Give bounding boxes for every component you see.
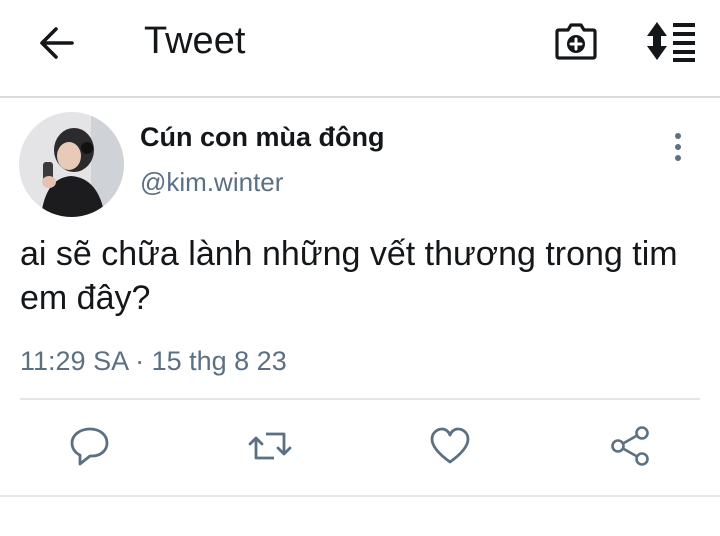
arrow-left-icon[interactable] xyxy=(36,22,78,64)
share-icon[interactable] xyxy=(608,424,652,468)
tweet-text: ai sẽ chữa lành những vết thương trong t… xyxy=(20,235,678,317)
top-app-bar: Tweet xyxy=(0,0,720,98)
display-name[interactable]: Cún con mùa đông xyxy=(140,120,384,154)
more-options-icon[interactable] xyxy=(664,132,692,164)
sort-list-icon[interactable] xyxy=(645,18,697,64)
retweet-icon[interactable] xyxy=(248,424,292,468)
camera-plus-icon[interactable] xyxy=(553,18,599,64)
tweet-timestamp[interactable]: 11:29 SA · 15 thg 8 23 xyxy=(20,344,287,378)
avatar[interactable] xyxy=(19,112,124,217)
user-handle[interactable]: @kim.winter xyxy=(140,165,283,199)
like-icon[interactable] xyxy=(428,424,472,468)
divider xyxy=(20,398,700,400)
divider xyxy=(0,495,720,497)
reply-icon[interactable] xyxy=(68,424,112,468)
page-title: Tweet xyxy=(144,20,246,62)
